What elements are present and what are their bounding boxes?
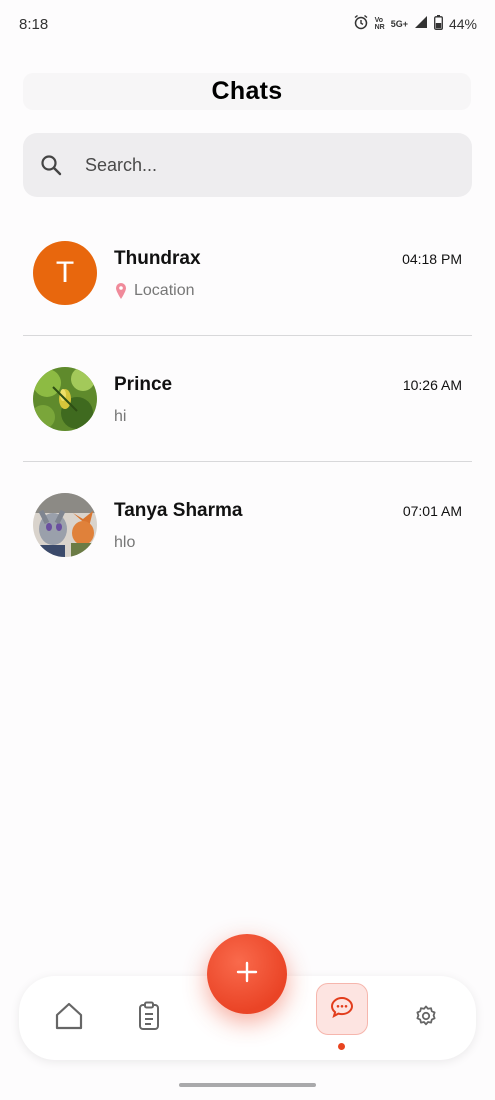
chat-name: Tanya Sharma bbox=[114, 500, 243, 521]
status-icons: Vo NR 5G+ 44% bbox=[353, 14, 477, 33]
location-pin-icon bbox=[114, 282, 128, 300]
chat-bubble-icon bbox=[330, 996, 354, 1023]
search-icon bbox=[39, 153, 63, 177]
status-time: 8:18 bbox=[19, 16, 49, 33]
chat-time: 07:01 AM bbox=[402, 503, 462, 519]
battery-icon bbox=[434, 14, 443, 33]
plus-icon bbox=[235, 960, 259, 989]
chat-name: Prince bbox=[114, 374, 173, 395]
network-type: Vo NR bbox=[374, 16, 385, 31]
chat-preview-text: hlo bbox=[114, 534, 136, 551]
settings-gear-icon bbox=[414, 1004, 438, 1033]
clipboard-icon bbox=[137, 1001, 161, 1036]
chat-list: T Thundrax 04:18 PM Location Prince 10:2… bbox=[23, 210, 472, 587]
chat-preview-text: Location bbox=[134, 282, 195, 299]
chat-preview: Location bbox=[114, 282, 195, 300]
signal-icon bbox=[414, 15, 428, 32]
new-chat-fab[interactable] bbox=[207, 934, 287, 1014]
nav-tasks[interactable] bbox=[125, 994, 173, 1042]
chat-item-thundrax[interactable]: T Thundrax 04:18 PM Location bbox=[23, 210, 472, 336]
nav-home[interactable] bbox=[45, 994, 93, 1042]
home-icon bbox=[54, 1002, 84, 1035]
chat-item-tanya-sharma[interactable]: Tanya Sharma 07:01 AM hlo bbox=[23, 462, 472, 587]
nav-settings[interactable] bbox=[402, 994, 450, 1042]
chat-item-prince[interactable]: Prince 10:26 AM hi bbox=[23, 336, 472, 462]
search-bar[interactable] bbox=[23, 133, 472, 197]
avatar bbox=[33, 493, 97, 557]
active-indicator-dot bbox=[338, 1043, 345, 1050]
search-input[interactable] bbox=[83, 153, 417, 177]
alarm-icon bbox=[353, 14, 369, 33]
chat-time: 10:26 AM bbox=[402, 377, 462, 393]
avatar: T bbox=[33, 241, 97, 305]
page-title: Chats bbox=[211, 77, 283, 105]
chat-preview: hlo bbox=[114, 534, 135, 552]
status-bar: 8:18 Vo NR 5G+ 44% bbox=[0, 0, 495, 50]
header: Chats bbox=[23, 73, 471, 110]
chat-preview: hi bbox=[114, 408, 126, 426]
chat-name: Thundrax bbox=[114, 248, 201, 269]
nav-chats[interactable] bbox=[316, 983, 368, 1035]
battery-level: 44% bbox=[448, 15, 477, 32]
avatar bbox=[33, 367, 97, 431]
chat-preview-text: hi bbox=[114, 408, 127, 425]
network-5g: 5G+ bbox=[390, 18, 408, 29]
chat-time: 04:18 PM bbox=[402, 251, 462, 267]
home-indicator[interactable] bbox=[179, 1083, 316, 1087]
